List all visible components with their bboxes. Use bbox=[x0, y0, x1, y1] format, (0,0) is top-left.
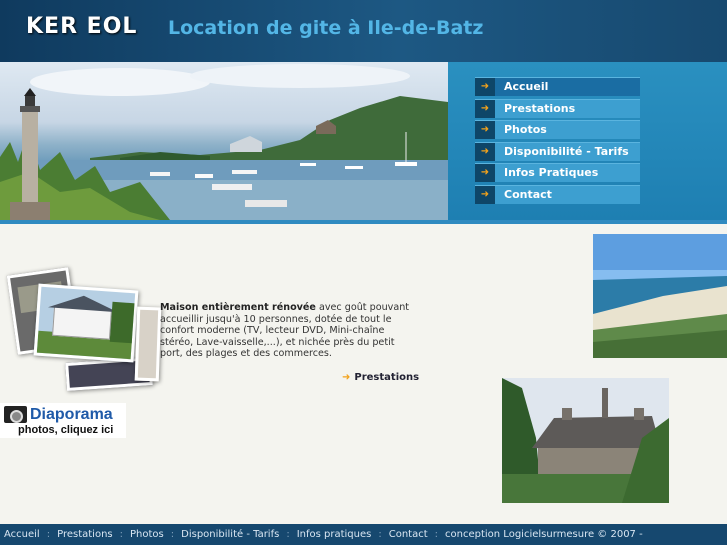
prestations-link[interactable]: ➜ Prestations bbox=[342, 372, 419, 383]
footer-separator: : bbox=[119, 529, 123, 540]
nav-item-label: Prestations bbox=[504, 102, 576, 115]
beach-photo bbox=[593, 234, 727, 358]
prestations-link-label: Prestations bbox=[354, 372, 420, 383]
nav-item-label: Disponibilité - Tarifs bbox=[504, 145, 629, 158]
intro-text: Maison entièrement rénovée avec goût pou… bbox=[160, 302, 412, 360]
footer-link-accueil[interactable]: Accueil bbox=[4, 529, 40, 540]
nav-item-label: Photos bbox=[504, 123, 547, 136]
footer-separator: : bbox=[170, 529, 175, 540]
nav-item-accueil[interactable]: ➜ Accueil bbox=[475, 77, 640, 96]
footer-link-prestations[interactable]: Prestations bbox=[57, 529, 113, 540]
nav-item-label: Accueil bbox=[504, 80, 549, 93]
arrow-right-icon: ➜ bbox=[475, 164, 495, 182]
arrow-right-icon: ➜ bbox=[342, 372, 351, 383]
footer-separator: : bbox=[286, 529, 290, 540]
banner: ➜ Accueil ➜ Prestations ➜ Photos ➜ Dispo… bbox=[0, 62, 727, 224]
nav-item-photos[interactable]: ➜ Photos bbox=[475, 120, 640, 139]
harbour-lighthouse-photo bbox=[0, 62, 448, 220]
site-logo[interactable]: KER EOL bbox=[26, 14, 137, 39]
arrow-right-icon: ➜ bbox=[475, 78, 495, 96]
intro-bold: Maison entièrement rénovée bbox=[160, 302, 316, 313]
stone-house-photo bbox=[502, 378, 669, 503]
nav-item-label: Infos Pratiques bbox=[504, 166, 599, 179]
footer-link-infos-pratiques[interactable]: Infos pratiques bbox=[297, 529, 372, 540]
footer-separator: : bbox=[434, 529, 439, 540]
nav-item-disponibilite-tarifs[interactable]: ➜ Disponibilité - Tarifs bbox=[475, 142, 640, 161]
nav-item-label: Contact bbox=[504, 188, 552, 201]
house-exterior-photo bbox=[33, 283, 139, 363]
footer-credit: conception Logicielsurmesure © 2007 - bbox=[445, 529, 643, 540]
footer-link-photos[interactable]: Photos bbox=[130, 529, 164, 540]
main-nav: ➜ Accueil ➜ Prestations ➜ Photos ➜ Dispo… bbox=[448, 62, 727, 220]
footer-link-contact[interactable]: Contact bbox=[389, 529, 428, 540]
stairs-photo bbox=[134, 306, 162, 382]
nav-item-contact[interactable]: ➜ Contact bbox=[475, 185, 640, 204]
diaporama-subtitle: photos, cliquez ici bbox=[18, 424, 114, 436]
header: KER EOL Location de gite à Ile-de-Batz bbox=[0, 0, 727, 62]
footer-link-disponibilite-tarifs[interactable]: Disponibilité - Tarifs bbox=[181, 529, 279, 540]
footer-separator: : bbox=[378, 529, 382, 540]
footer: Accueil: Prestations: Photos: Disponibilité… bbox=[0, 524, 727, 545]
page-title: Location de gite à Ile-de-Batz bbox=[168, 17, 484, 39]
arrow-right-icon: ➜ bbox=[475, 121, 495, 139]
nav-item-prestations[interactable]: ➜ Prestations bbox=[475, 99, 640, 118]
camera-icon bbox=[4, 406, 27, 423]
house-photo-collage bbox=[6, 265, 163, 391]
footer-separator: : bbox=[46, 529, 51, 540]
arrow-right-icon: ➜ bbox=[475, 100, 495, 118]
arrow-right-icon: ➜ bbox=[475, 143, 495, 161]
arrow-right-icon: ➜ bbox=[475, 186, 495, 204]
nav-item-infos-pratiques[interactable]: ➜ Infos Pratiques bbox=[475, 163, 640, 182]
diaporama-title: Diaporama bbox=[30, 406, 113, 423]
diaporama-button[interactable]: Diaporama photos, cliquez ici bbox=[0, 403, 126, 438]
